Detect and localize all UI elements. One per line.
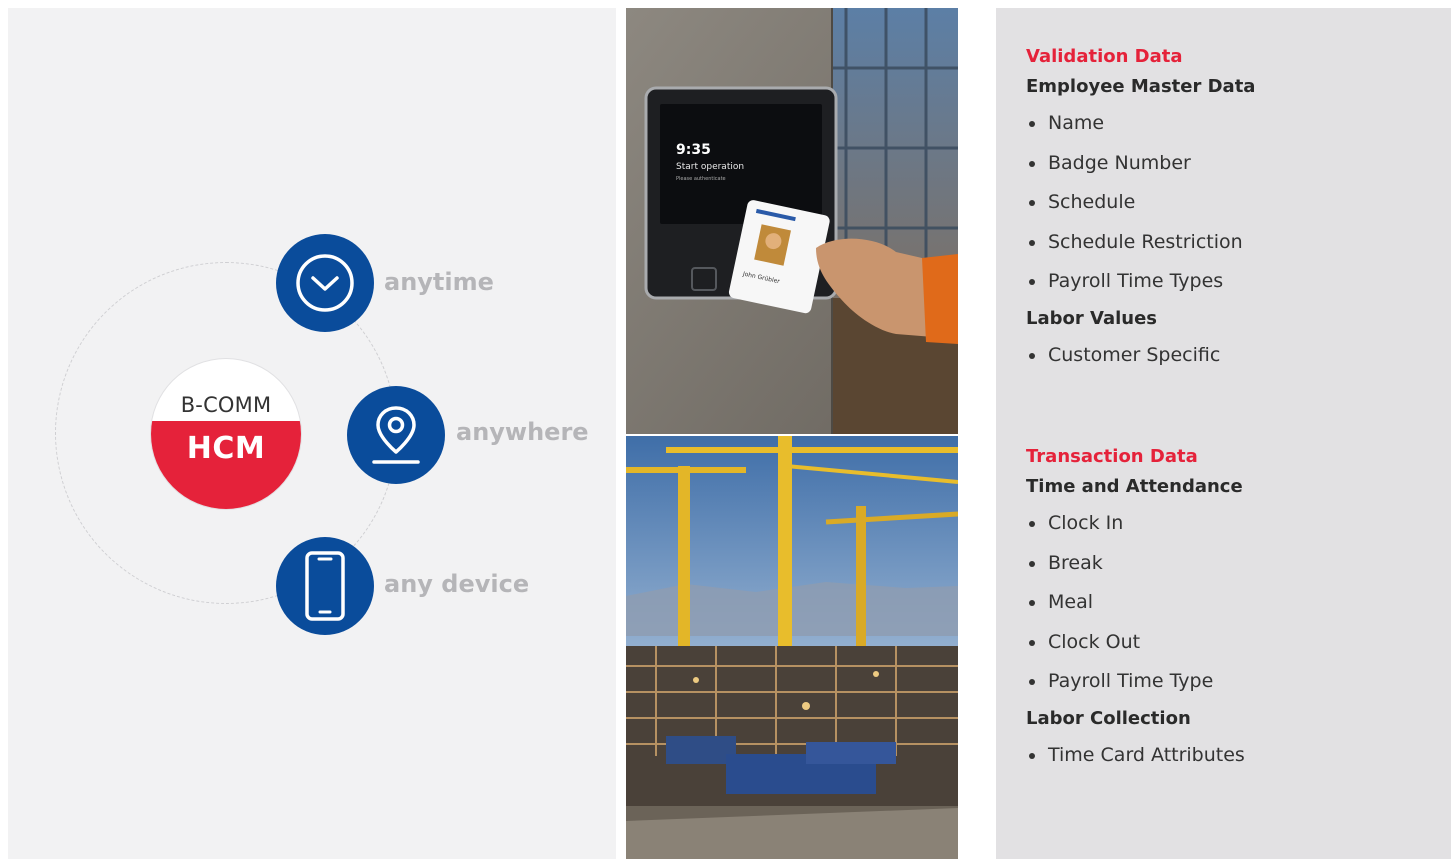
list-item: Time Card Attributes [1026, 736, 1446, 776]
list-item: Badge Number [1026, 144, 1446, 184]
list-item: Name [1026, 104, 1446, 144]
bullet-list: Name Badge Number Schedule Schedule Rest… [1026, 104, 1446, 302]
any-device-node [276, 537, 374, 635]
list-item: Payroll Time Type [1026, 662, 1446, 702]
clock-icon [296, 254, 354, 312]
terminal-status: Start operation [676, 162, 744, 172]
list-item: Clock In [1026, 504, 1446, 544]
group-title: Employee Master Data [1026, 76, 1256, 97]
list-item: Meal [1026, 583, 1446, 623]
hub-product-label: B-COMM [180, 393, 272, 417]
list-item: Payroll Time Types [1026, 262, 1446, 302]
list-item: Schedule Restriction [1026, 223, 1446, 263]
section-title: Transaction Data [1026, 446, 1198, 467]
transaction-data-section: Transaction Data Time and Attendance Clo… [1026, 444, 1446, 775]
validation-data-section: Validation Data Employee Master Data Nam… [1026, 44, 1446, 375]
section-title: Validation Data [1026, 46, 1183, 67]
anytime-label: anytime [384, 268, 494, 296]
list-item: Schedule [1026, 183, 1446, 223]
hub-module-label: HCM [186, 431, 266, 466]
location-pin-icon [372, 406, 420, 464]
group-title: Time and Attendance [1026, 476, 1243, 497]
anywhere-node [347, 386, 445, 484]
data-summary-panel: Validation Data Employee Master Data Nam… [996, 8, 1451, 859]
list-item: Clock Out [1026, 623, 1446, 663]
construction-site-photo [626, 436, 958, 859]
group-title: Labor Values [1026, 307, 1158, 329]
list-item: Customer Specific [1026, 336, 1446, 376]
hub-badge: B-COMM HCM [151, 359, 301, 509]
bullet-list: Customer Specific [1026, 336, 1446, 376]
terminal-hint: Please authenticate [676, 176, 726, 182]
any-device-label: any device [384, 570, 530, 598]
terminal-time: 9:35 [676, 142, 711, 158]
time-terminal-photo: 9:35 Start operation Please authenticate… [626, 8, 958, 434]
connectivity-diagram: B-COMM HCM anytime anywhere any device [8, 8, 616, 859]
anywhere-label: anywhere [456, 418, 589, 446]
list-item: Break [1026, 544, 1446, 584]
bullet-list: Time Card Attributes [1026, 736, 1446, 776]
anytime-node [276, 234, 374, 332]
bullet-list: Clock In Break Meal Clock Out Payroll Ti… [1026, 504, 1446, 702]
group-title: Labor Collection [1026, 707, 1191, 729]
smartphone-icon [305, 551, 345, 621]
